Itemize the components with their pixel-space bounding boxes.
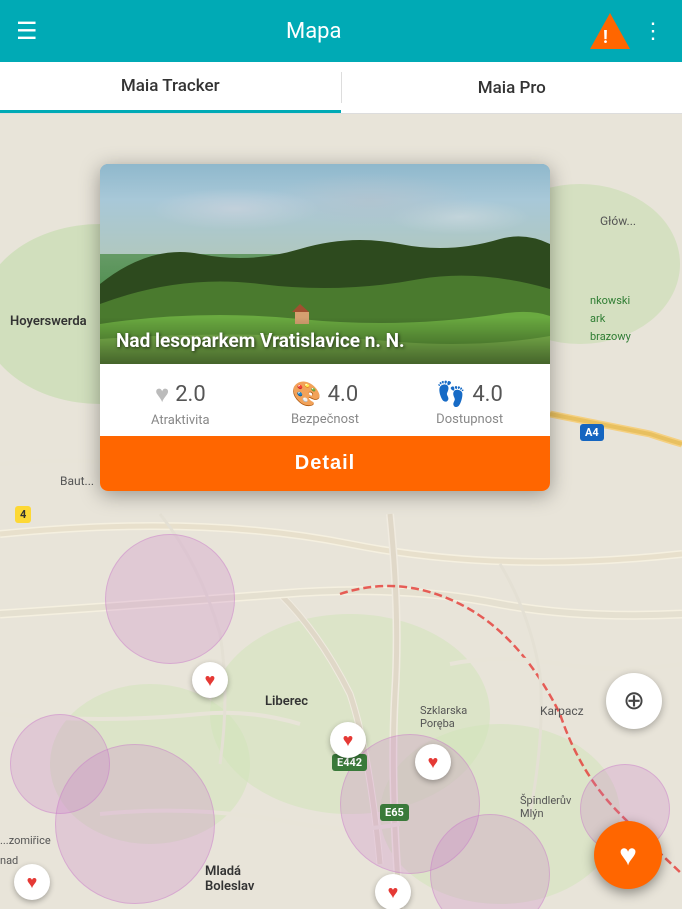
popup-location-name: Nad lesoparkem Vratislavice n. N. [116,329,534,352]
label-brazowy: brazowy [590,330,631,343]
heart-marker-2[interactable]: ♥ [330,722,366,758]
heart-icon-4[interactable]: ♥ [14,864,50,900]
rating-bezpecnost-top: 🎨 4.0 [292,380,358,408]
tab-maia-pro[interactable]: Maia Pro [342,62,682,113]
tabs-bar: Maia Tracker Maia Pro [0,62,682,114]
footprint-rating-icon: 👣 [436,380,466,408]
heart-marker-1[interactable]: ♥ [192,662,228,698]
label-nkowski: nkowski [590,294,630,307]
heart-icon-7[interactable]: ♥ [375,874,411,909]
fab-heart-icon: ♥ [619,838,637,873]
warning-button[interactable] [590,13,630,49]
heart-marker-7[interactable]: ♥ [375,874,411,909]
fab-heart-button[interactable]: ♥ [594,821,662,889]
heart-icon-2[interactable]: ♥ [330,722,366,758]
road-badge-4: 4 [15,506,31,523]
label-hoyerswerda: Hoyerswerda [10,314,87,329]
ratings-row: ♥ 2.0 Atraktivita 🎨 4.0 Bezpečnost 👣 4.0… [100,364,550,436]
label-liberec: Liberec [265,694,308,709]
label-szklarska: SzklarskaPoręba [420,704,467,730]
heart-marker-3[interactable]: ♥ [415,744,451,780]
road-badge-a4: A4 [580,424,604,441]
rating-dostupnost: 👣 4.0 Dostupnost [410,380,530,428]
atraktivita-value: 2.0 [175,382,206,407]
bezpecnost-value: 4.0 [328,382,359,407]
palette-rating-icon: 🎨 [292,380,322,408]
popup-image: Nad lesoparkem Vratislavice n. N. [100,164,550,364]
location-button[interactable]: ⊕ [606,673,662,729]
tab-maia-tracker[interactable]: Maia Tracker [0,62,341,113]
label-mlada-boleslav: MladáBoleslav [205,864,254,894]
rating-atraktivita: ♥ 2.0 Atraktivita [120,380,240,428]
dostupnost-value: 4.0 [472,382,503,407]
map-area[interactable]: Hoyerswerda Baut... Żary Żagań Głów... n… [0,114,682,909]
label-glow: Głów... [600,214,636,228]
rating-atraktivita-top: ♥ 2.0 [155,380,206,409]
rating-bezpecnost: 🎨 4.0 Bezpečnost [265,380,385,428]
atraktivita-label: Atraktivita [151,413,210,428]
road-badge-e65: E65 [380,804,409,821]
popup-card: Nad lesoparkem Vratislavice n. N. ♥ 2.0 … [100,164,550,491]
label-baut: Baut... [60,474,94,488]
popup-arrow [305,489,345,491]
heart-rating-icon: ♥ [155,380,169,409]
label-zomirice: ...zomiřice [0,834,51,847]
heart-marker-4[interactable]: ♥ [14,864,50,900]
heart-icon-1[interactable]: ♥ [192,662,228,698]
label-spindle: ŠpindlerůvMlýn [520,794,571,820]
menu-icon[interactable]: ☰ [16,19,38,43]
detail-button[interactable]: Detail [100,436,550,491]
dostupnost-label: Dostupnost [436,412,503,427]
pink-circle-1 [105,534,235,664]
location-icon: ⊕ [623,686,645,716]
label-park: ark [590,312,605,325]
label-karpacz: Karpacz [540,704,584,718]
top-bar-actions: ⋮ [590,13,666,49]
rating-dostupnost-top: 👣 4.0 [436,380,502,408]
warning-triangle-icon [590,13,630,49]
page-title: Mapa [38,19,590,44]
popup-overlay: Nad lesoparkem Vratislavice n. N. [100,317,550,364]
pink-circle-3 [55,744,215,904]
heart-icon-3[interactable]: ♥ [415,744,451,780]
top-bar: ☰ Mapa ⋮ [0,0,682,62]
bezpecnost-label: Bezpečnost [291,412,359,427]
more-options-icon[interactable]: ⋮ [642,19,666,44]
